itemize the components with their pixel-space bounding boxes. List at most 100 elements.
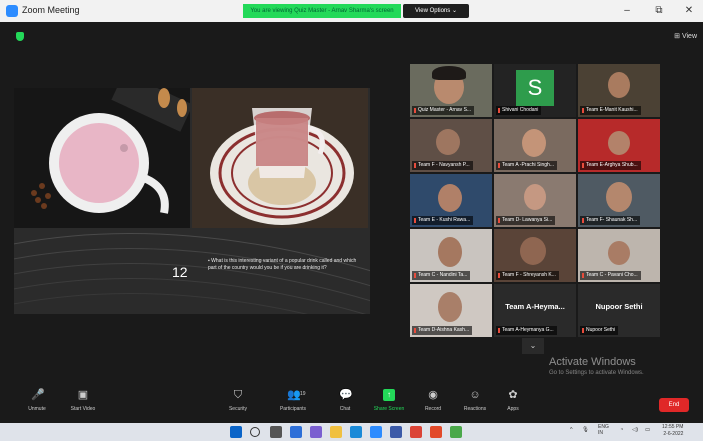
participant-tile[interactable]: Team E - Kushi Rawa...	[410, 174, 492, 227]
view-label: View	[681, 33, 697, 40]
wifi-icon[interactable]: ◔	[620, 427, 623, 433]
chat-app-icon[interactable]	[310, 426, 322, 438]
region-code: IN	[598, 430, 603, 436]
shield-icon[interactable]	[16, 32, 24, 41]
participant-name: Team C - Pavani Cho...	[580, 271, 641, 280]
shared-screen: 12 ▪ What is this interesting variant of…	[14, 88, 370, 314]
chat-icon: 💬	[339, 389, 353, 401]
clock[interactable]: 12:55 PM 2-6-2022	[662, 424, 683, 438]
participant-name: Team E-Arghya Shub...	[580, 161, 641, 170]
participants-label: Participants	[279, 406, 307, 412]
participant-gallery: Quiz Master - Arnav S... S Shivani Choda…	[410, 64, 660, 338]
end-meeting-button[interactable]: End	[659, 398, 689, 412]
participants-icon: 👥	[287, 389, 301, 401]
window-title: Zoom Meeting	[22, 5, 80, 15]
close-button[interactable]: ✕	[680, 3, 698, 19]
language-indicator[interactable]: ENG IN	[598, 424, 609, 436]
slide-question: ▪ What is this interesting variant of a …	[208, 258, 357, 271]
participant-name: Team A-Heymanya G...	[496, 326, 557, 335]
slide-question-text: What is this interesting variant of a po…	[208, 258, 357, 271]
apps-icon: ✿	[508, 389, 518, 401]
chat-button[interactable]: 💬 Chat	[322, 389, 368, 421]
share-screen-label: Share Screen	[373, 406, 405, 412]
unmute-label: Unmute	[28, 406, 46, 412]
participant-tile[interactable]: Team A -Prachi Singh...	[494, 119, 576, 172]
minimize-button[interactable]: –	[618, 3, 636, 19]
participant-name: Team C - Nandini Ta...	[412, 271, 471, 280]
task-view-icon[interactable]	[270, 426, 282, 438]
store-icon[interactable]	[390, 426, 402, 438]
start-video-button[interactable]: ▣ Start Video	[60, 389, 106, 421]
participant-name: Team A -Prachi Singh...	[496, 161, 557, 170]
apps-button[interactable]: ✿ Apps	[490, 389, 536, 421]
widgets-icon[interactable]	[290, 426, 302, 438]
participants-button[interactable]: 👥 19 Participants	[270, 389, 316, 421]
participant-tile[interactable]: Team E-Manit Kaushi...	[578, 64, 660, 117]
start-video-label: Start Video	[70, 406, 96, 412]
participant-tile[interactable]: Nupoor Sethi Nupoor Sethi	[578, 284, 660, 337]
office-icon[interactable]	[430, 426, 442, 438]
participant-tile[interactable]: Quiz Master - Arnav S...	[410, 64, 492, 117]
view-options-button[interactable]: View Options ⌄	[403, 4, 469, 18]
participant-name: Team D-Aishna Kash...	[412, 326, 473, 335]
volume-icon[interactable]: ◁)	[632, 427, 638, 433]
clock-date: 2-6-2022	[663, 431, 684, 437]
muted-mic-icon: 🎤	[31, 389, 45, 401]
activate-windows-title: Activate Windows	[549, 356, 636, 368]
record-button[interactable]: ◉ Record	[410, 389, 456, 421]
participant-tile[interactable]: Team C - Nandini Ta...	[410, 229, 492, 282]
share-screen-icon: ↑	[383, 389, 395, 401]
participant-name: Nupoor Sethi	[580, 326, 619, 335]
participant-display-name: Nupoor Sethi	[595, 302, 643, 311]
participants-count: 19	[300, 391, 306, 397]
participant-tile[interactable]: Team A-Heyma... Team A-Heymanya G...	[494, 284, 576, 337]
participant-name: Team F- Shaunak Sh...	[580, 216, 641, 225]
meeting-toolbar: 🎤 Unmute ▣ Start Video ⛉ Security 👥 19 P…	[0, 385, 703, 423]
record-label: Record	[424, 406, 442, 412]
participant-name: Quiz Master - Arnav S...	[412, 106, 475, 115]
windows-start-icon[interactable]	[230, 426, 242, 438]
share-screen-button[interactable]: ↑ Share Screen	[366, 389, 412, 421]
participant-name: Team F - Navyansh P...	[412, 161, 473, 170]
mic-tray-icon[interactable]: 🎙	[582, 427, 589, 433]
edge-browser-icon[interactable]	[350, 426, 362, 438]
chat-label: Chat	[339, 406, 351, 412]
record-icon: ◉	[428, 389, 438, 401]
windows-taskbar: ^ 🎙 ENG IN ◔ ◁) ▭ 12:55 PM 2-6-2022	[0, 423, 703, 441]
participant-avatar: S	[516, 70, 554, 106]
participant-tile[interactable]: Team E-Arghya Shub...	[578, 119, 660, 172]
participant-name: Shivani Chodani	[496, 106, 542, 115]
search-icon[interactable]	[250, 427, 260, 437]
maximize-button[interactable]: ⧉	[650, 3, 668, 19]
battery-icon[interactable]: ▭	[645, 427, 650, 433]
participant-name: Team F - Shreyansh K...	[496, 271, 559, 280]
slide-photo-chai	[192, 88, 368, 228]
title-bar: Zoom Meeting You are viewing Quiz Master…	[0, 0, 703, 22]
participant-tile[interactable]: Team D-Aishna Kash...	[410, 284, 492, 337]
participant-name: Team E - Kushi Rawa...	[412, 216, 474, 225]
participant-display-name: Team A-Heyma...	[505, 302, 565, 311]
apps-label: Apps	[507, 406, 519, 412]
participant-tile[interactable]: S Shivani Chodani	[494, 64, 576, 117]
activate-windows-subtitle: Go to Settings to activate Windows.	[549, 370, 644, 376]
participant-tile[interactable]: Team F- Shaunak Sh...	[578, 174, 660, 227]
participant-tile[interactable]: Team C - Pavani Cho...	[578, 229, 660, 282]
slide-photo-pink-tea	[14, 88, 193, 228]
tray-overflow-icon[interactable]: ^	[570, 427, 573, 433]
participant-name: Team D- Lawanya Si...	[496, 216, 556, 225]
participant-tile[interactable]: Team F - Navyansh P...	[410, 119, 492, 172]
unmute-button[interactable]: 🎤 Unmute	[14, 389, 60, 421]
zoom-app-icon	[6, 5, 18, 17]
participant-name: Team E-Manit Kaushi...	[580, 106, 641, 115]
shield-icon: ⛉	[233, 389, 243, 401]
participant-tile[interactable]: Team D- Lawanya Si...	[494, 174, 576, 227]
file-explorer-icon[interactable]	[330, 426, 342, 438]
clock-time: 12:55 PM	[662, 424, 684, 430]
chrome-icon[interactable]	[410, 426, 422, 438]
security-button[interactable]: ⛉ Security	[215, 389, 261, 421]
zoom-taskbar-icon[interactable]	[370, 426, 382, 438]
view-button[interactable]: ⊞ View	[674, 32, 697, 40]
app-icon[interactable]	[450, 426, 462, 438]
participant-tile[interactable]: Team F - Shreyansh K...	[494, 229, 576, 282]
gallery-scroll-down-button[interactable]: ⌄	[522, 338, 544, 354]
